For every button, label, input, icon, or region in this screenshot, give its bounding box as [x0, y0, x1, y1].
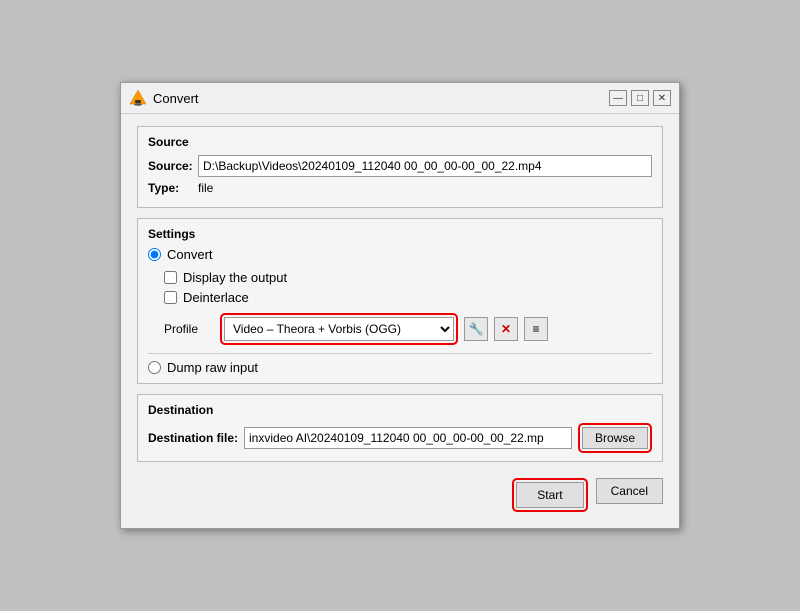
- profile-list-button[interactable]: ≡: [524, 317, 548, 341]
- display-output-checkbox[interactable]: [164, 271, 177, 284]
- title-bar: Convert — □ ✕: [121, 83, 679, 114]
- deinterlace-row: Deinterlace: [164, 290, 652, 305]
- type-row: Type: file: [148, 181, 652, 195]
- dest-file-input[interactable]: [244, 427, 572, 449]
- delete-profile-button[interactable]: ✕: [494, 317, 518, 341]
- dump-radio[interactable]: [148, 361, 161, 374]
- convert-radio[interactable]: [148, 248, 161, 261]
- destination-section: Destination Destination file: Browse: [137, 394, 663, 462]
- profile-row: Profile Video – Theora + Vorbis (OGG) Vi…: [164, 313, 652, 345]
- display-output-label: Display the output: [183, 270, 287, 285]
- source-input[interactable]: [198, 155, 652, 177]
- source-label: Source:: [148, 159, 198, 173]
- browse-btn-wrapper: Browse: [578, 423, 652, 453]
- convert-window: Convert — □ ✕ Source Source: Type: file …: [120, 82, 680, 529]
- convert-radio-row: Convert: [148, 247, 652, 262]
- settings-section: Settings Convert Display the output Dein…: [137, 218, 663, 384]
- browse-button[interactable]: Browse: [582, 427, 648, 449]
- display-output-row: Display the output: [164, 270, 652, 285]
- start-btn-wrapper: Start: [512, 478, 587, 512]
- cancel-button[interactable]: Cancel: [596, 478, 663, 504]
- window-content: Source Source: Type: file Settings Conve…: [121, 114, 679, 528]
- close-button[interactable]: ✕: [653, 90, 671, 106]
- source-section: Source Source: Type: file: [137, 126, 663, 208]
- convert-radio-label: Convert: [167, 247, 213, 262]
- title-bar-controls: — □ ✕: [609, 90, 671, 106]
- deinterlace-label: Deinterlace: [183, 290, 249, 305]
- settings-section-label: Settings: [148, 227, 652, 241]
- source-row: Source:: [148, 155, 652, 177]
- dump-radio-label: Dump raw input: [167, 360, 258, 375]
- vlc-icon: [129, 89, 147, 107]
- minimize-button[interactable]: —: [609, 90, 627, 106]
- dump-radio-row: Dump raw input: [148, 360, 652, 375]
- type-value: file: [198, 181, 213, 195]
- start-button[interactable]: Start: [516, 482, 583, 508]
- bottom-buttons: Start Cancel: [137, 472, 663, 516]
- wrench-button[interactable]: 🔧: [464, 317, 488, 341]
- source-section-label: Source: [148, 135, 652, 149]
- deinterlace-checkbox[interactable]: [164, 291, 177, 304]
- maximize-button[interactable]: □: [631, 90, 649, 106]
- profile-label: Profile: [164, 322, 214, 336]
- dest-file-label: Destination file:: [148, 431, 238, 445]
- destination-section-label: Destination: [148, 403, 652, 417]
- destination-file-row: Destination file: Browse: [148, 423, 652, 453]
- profile-select[interactable]: Video – Theora + Vorbis (OGG) Video – H.…: [224, 317, 454, 341]
- type-label: Type:: [148, 181, 198, 195]
- window-title: Convert: [153, 91, 199, 106]
- title-bar-left: Convert: [129, 89, 199, 107]
- profile-dropdown-wrapper: Video – Theora + Vorbis (OGG) Video – H.…: [220, 313, 458, 345]
